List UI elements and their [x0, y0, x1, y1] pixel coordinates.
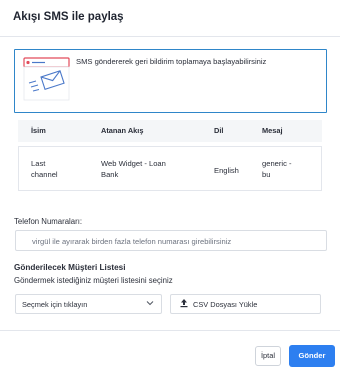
modal-title: Akışı SMS ile paylaş — [13, 11, 124, 23]
cell-name-line2: channel — [31, 170, 58, 179]
cancel-button[interactable]: İptal — [255, 346, 281, 366]
upload-icon — [180, 299, 188, 308]
column-header-name: İsim — [31, 126, 46, 135]
cell-language: English — [214, 166, 239, 175]
cell-flow-line2: Bank — [101, 170, 119, 179]
cell-name-line1: Last — [31, 159, 46, 168]
cell-message-line1: generic - — [262, 159, 292, 168]
cell-message-line2: bu — [262, 170, 271, 179]
header-divider — [0, 36, 340, 37]
table-header: İsim Atanan Akış Dil Mesaj — [18, 120, 322, 142]
table-row: Last channel Web Widget - Loan Bank Engl… — [18, 146, 322, 191]
send-button[interactable]: Gönder — [289, 345, 335, 367]
csv-upload-label: CSV Dosyası Yükle — [193, 300, 258, 309]
column-header-language: Dil — [214, 126, 224, 135]
column-header-message: Mesaj — [262, 126, 283, 135]
chevron-down-icon — [146, 301, 154, 306]
browser-envelope-icon — [23, 57, 70, 101]
info-text: SMS göndererek geri bildirim toplamaya b… — [76, 57, 267, 66]
customer-list-select-value: Seçmek için tıklayın — [22, 300, 88, 309]
column-header-flow: Atanan Akış — [101, 126, 144, 135]
recipients-title: Gönderilecek Müşteri Listesi — [14, 263, 126, 272]
share-sms-modal: Akışı SMS ile paylaş SMS göndererek geri… — [0, 0, 340, 370]
footer-divider — [0, 330, 340, 331]
recipients-subtitle: Göndermek istediğiniz müşteri listesini … — [14, 276, 173, 285]
phone-label: Telefon Numaraları: — [14, 217, 83, 226]
phone-numbers-placeholder: virgül ile ayırarak birden fazla telefon… — [32, 237, 232, 246]
cell-flow-line1: Web Widget - Loan — [101, 159, 166, 168]
